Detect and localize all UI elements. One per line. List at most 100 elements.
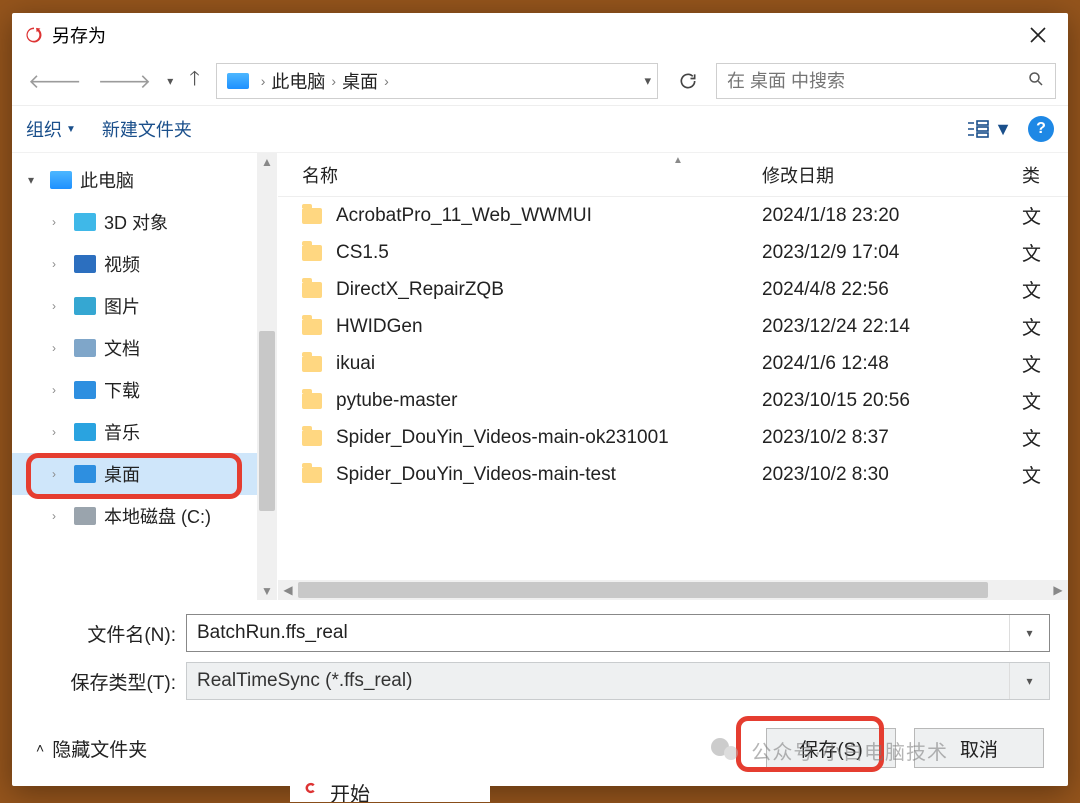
chevron-down-icon: ▼ [66,124,76,135]
folder-icon [74,381,96,399]
caret-right-icon[interactable]: › [52,509,68,523]
chevron-down-icon[interactable]: ▾ [1009,663,1039,699]
file-list-view: ▲ 名称 修改日期 类 AcrobatPro_11_Web_WWMUI 2024… [278,153,1068,600]
view-options-button[interactable]: ▼ [966,119,1012,140]
folder-icon [302,356,322,372]
filename-value: BatchRun.ffs_real [197,622,348,644]
scroll-thumb[interactable] [259,331,275,511]
tree-item[interactable]: › 音乐 [12,411,277,453]
tree-item-label: 本地磁盘 (C:) [104,503,211,529]
file-row[interactable]: pytube-master 2023/10/15 20:56 文 [278,382,1068,419]
file-row[interactable]: ikuai 2024/1/6 12:48 文 [278,345,1068,382]
forward-button[interactable]: 🡒 [94,65,156,98]
search-icon[interactable] [1027,70,1045,93]
file-type: 文 [1022,276,1068,303]
folder-icon [302,245,322,261]
filename-input[interactable]: BatchRun.ffs_real ▾ [186,614,1050,652]
file-row[interactable]: CS1.5 2023/12/9 17:04 文 [278,234,1068,271]
filetype-value: RealTimeSync (*.ffs_real) [197,670,412,692]
caret-right-icon[interactable]: › [52,425,68,439]
caret-right-icon[interactable]: › [52,215,68,229]
folder-tree[interactable]: ▾ 此电脑 › 3D 对象› 视频› 图片› 文档› 下载› 音乐› 桌面› 本… [12,153,278,600]
file-row[interactable]: AcrobatPro_11_Web_WWMUI 2024/1/18 23:20 … [278,197,1068,234]
file-name: pytube-master [336,390,762,412]
tree-item-label: 桌面 [104,461,140,487]
nav-toolbar: 🡐 🡒 ▾ 🡑 › 此电脑 › 桌面 › ▾ [12,57,1068,105]
refresh-button[interactable] [670,63,706,99]
caret-right-icon[interactable]: › [52,341,68,355]
column-headers[interactable]: ▲ 名称 修改日期 类 [278,153,1068,197]
file-date: 2023/12/9 17:04 [762,242,1022,264]
command-bar: 组织 ▼ 新建文件夹 ▼ ? [12,105,1068,153]
file-type: 文 [1022,313,1068,340]
history-dropdown-icon[interactable]: ▾ [163,70,177,92]
hide-folders-button[interactable]: ˄ 隐藏文件夹 [36,735,147,762]
address-dropdown-icon[interactable]: ▾ [644,73,651,89]
folder-icon [302,282,322,298]
file-date: 2023/10/15 20:56 [762,390,1022,412]
breadcrumb-thispc[interactable]: 此电脑 [271,68,325,94]
column-date[interactable]: 修改日期 [762,162,1022,188]
cancel-button[interactable]: 取消 [914,728,1044,768]
tree-scrollbar[interactable]: ▲ ▼ [257,153,277,600]
folder-icon [302,430,322,446]
file-type: 文 [1022,461,1068,488]
file-name: AcrobatPro_11_Web_WWMUI [336,205,762,227]
file-date: 2023/10/2 8:30 [762,464,1022,486]
file-row[interactable]: Spider_DouYin_Videos-main-ok231001 2023/… [278,419,1068,456]
filename-label: 文件名(N): [30,620,176,647]
address-bar[interactable]: › 此电脑 › 桌面 › ▾ [216,63,658,99]
chevron-down-icon[interactable]: ▾ [1009,615,1039,651]
filetype-select[interactable]: RealTimeSync (*.ffs_real) ▾ [186,662,1050,700]
search-input[interactable] [727,71,1027,92]
tree-item[interactable]: › 桌面 [12,453,277,495]
save-button[interactable]: 保存(S) [766,728,896,768]
tree-item-label: 下载 [104,377,140,403]
tree-item[interactable]: › 本地磁盘 (C:) [12,495,277,537]
caret-down-icon[interactable]: ▾ [28,173,44,187]
folder-icon [302,393,322,409]
tree-item-label: 图片 [104,293,140,319]
column-name[interactable]: 名称 [302,162,762,188]
organize-button[interactable]: 组织 ▼ [26,116,76,142]
file-date: 2024/1/18 23:20 [762,205,1022,227]
file-type: 文 [1022,202,1068,229]
tree-item[interactable]: › 下载 [12,369,277,411]
search-box[interactable] [716,63,1056,99]
column-type[interactable]: 类 [1022,162,1068,188]
help-button[interactable]: ? [1028,116,1054,142]
up-button[interactable]: 🡑 [185,60,203,102]
tree-item[interactable]: › 文档 [12,327,277,369]
close-button[interactable] [1016,15,1060,55]
back-button[interactable]: 🡐 [24,65,86,98]
scroll-right-icon[interactable]: ▶ [1048,583,1068,597]
scroll-thumb[interactable] [298,582,988,598]
tree-item-label: 3D 对象 [104,209,168,235]
scroll-up-icon[interactable]: ▲ [257,155,277,169]
file-row[interactable]: Spider_DouYin_Videos-main-test 2023/10/2… [278,456,1068,493]
tree-thispc[interactable]: ▾ 此电脑 [12,159,277,201]
tree-item[interactable]: › 图片 [12,285,277,327]
tree-item[interactable]: › 3D 对象 [12,201,277,243]
caret-right-icon[interactable]: › [52,383,68,397]
scroll-left-icon[interactable]: ◀ [278,583,298,597]
file-type: 文 [1022,350,1068,377]
folder-icon [74,465,96,483]
caret-right-icon[interactable]: › [52,299,68,313]
folder-icon [74,297,96,315]
breadcrumb-desktop[interactable]: 桌面 [342,68,378,94]
new-folder-button[interactable]: 新建文件夹 [102,116,192,142]
save-fields: 文件名(N): BatchRun.ffs_real ▾ 保存类型(T): Rea… [12,600,1068,716]
horizontal-scrollbar[interactable]: ◀ ▶ [278,580,1068,600]
file-row[interactable]: HWIDGen 2023/12/24 22:14 文 [278,308,1068,345]
file-name: HWIDGen [336,316,762,338]
file-type: 文 [1022,239,1068,266]
folder-icon [74,339,96,357]
tree-item[interactable]: › 视频 [12,243,277,285]
chevron-right-icon: › [325,73,342,89]
scroll-down-icon[interactable]: ▼ [257,584,277,598]
caret-right-icon[interactable]: › [52,467,68,481]
save-as-dialog: 另存为 🡐 🡒 ▾ 🡑 › 此电脑 › 桌面 › ▾ [12,13,1068,786]
caret-right-icon[interactable]: › [52,257,68,271]
file-row[interactable]: DirectX_RepairZQB 2024/4/8 22:56 文 [278,271,1068,308]
